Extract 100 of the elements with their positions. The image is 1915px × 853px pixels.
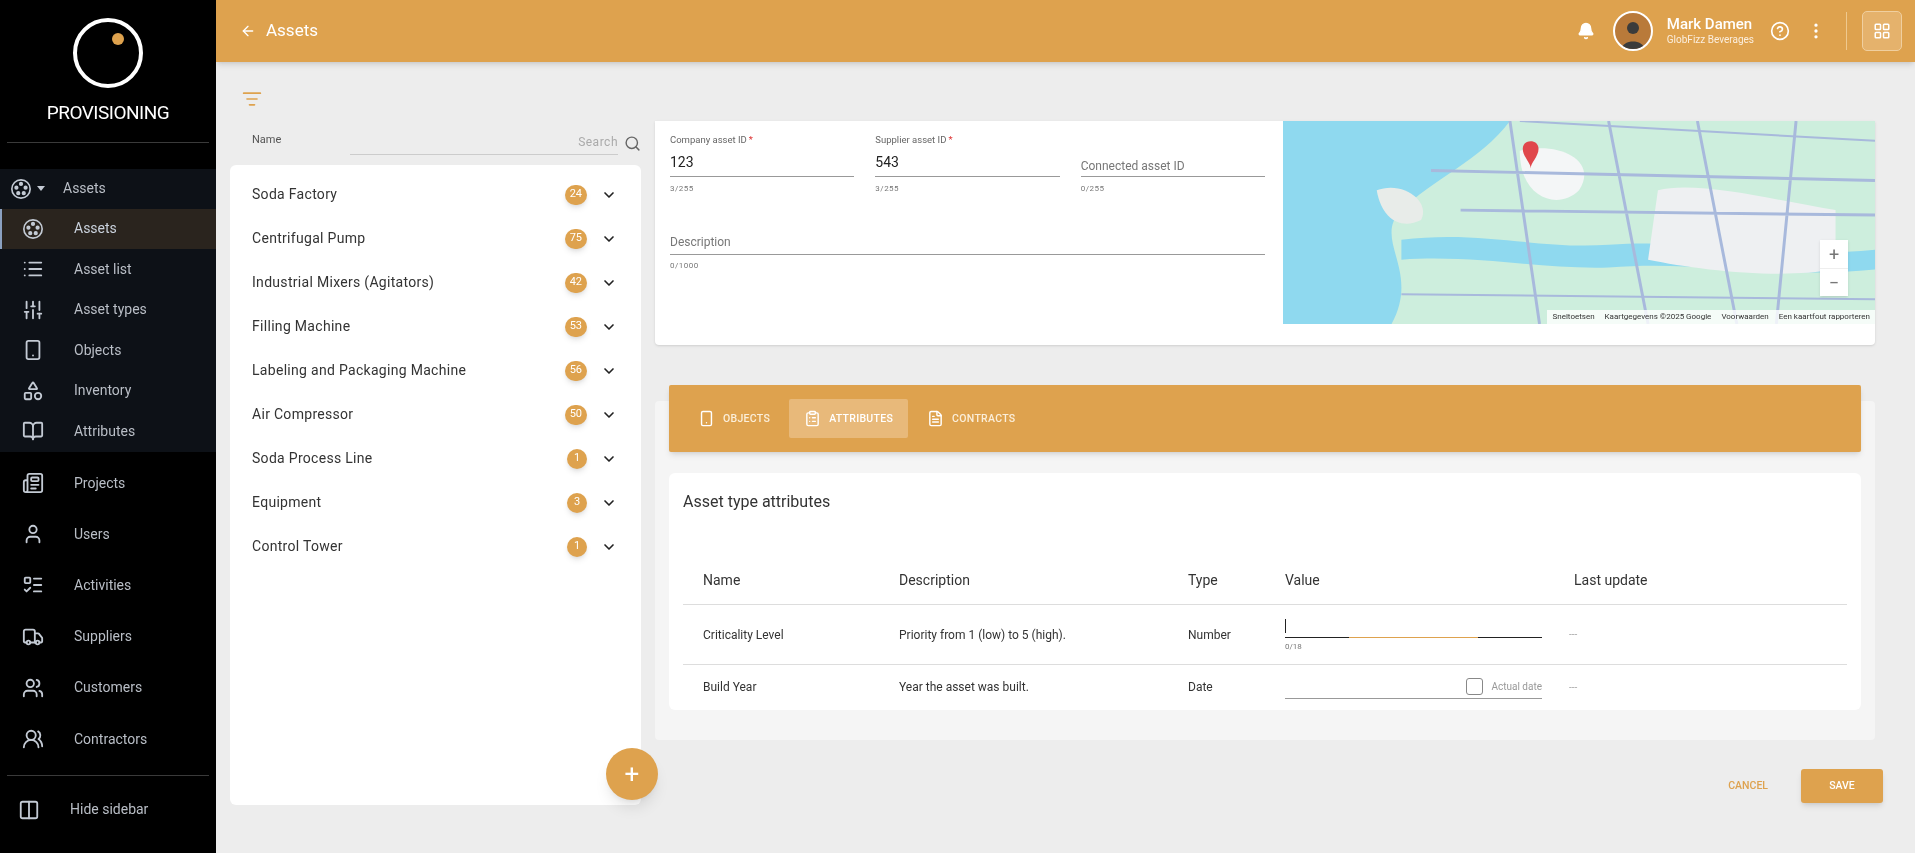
dotted-circle-icon <box>22 217 44 240</box>
logo-text: PROVISIONING <box>46 100 170 126</box>
asset-name: Control Tower <box>252 537 344 556</box>
book-icon <box>22 420 44 443</box>
table-cell-text: --- <box>1568 628 1579 642</box>
count-badge: 42 <box>564 272 587 293</box>
sidebar-item[interactable]: Objects <box>0 330 216 371</box>
sidebar-item[interactable]: Assets <box>0 208 216 249</box>
text-field[interactable]: Company asset ID * 123 <box>670 129 855 177</box>
char-counter: 0/18 <box>1285 641 1303 653</box>
asset-name: Labeling and Packaging Machine <box>252 361 468 380</box>
checkbox-label: Actual date <box>1491 680 1542 694</box>
map-attribution-link[interactable]: Een kaartfout rapporteren <box>1778 311 1870 323</box>
sidebar-item[interactable]: Attributes <box>0 411 216 452</box>
sliders-icon <box>22 298 44 321</box>
asset-row[interactable]: Industrial Mixers (Agitators) 42 <box>252 260 617 305</box>
sidebar-item[interactable]: Suppliers <box>0 611 216 663</box>
column-header: Type <box>1187 571 1219 590</box>
table-cell-text: --- <box>1568 680 1579 695</box>
column-header: Description <box>898 571 971 590</box>
avatar[interactable] <box>1612 11 1653 51</box>
count-badge: 1 <box>567 536 587 557</box>
field-value: 123 <box>670 153 695 172</box>
count-badge: 56 <box>564 360 587 381</box>
description-field[interactable]: Description <box>670 229 1265 255</box>
asset-row[interactable]: Soda Factory 24 <box>252 172 617 217</box>
column-label: Name <box>252 132 283 148</box>
list-icon <box>804 410 822 427</box>
logo-icon <box>72 17 144 89</box>
field-label: Supplier asset ID * <box>875 133 953 147</box>
asset-row[interactable]: Centrifugal Pump 75 <box>252 216 617 261</box>
sidebar-item[interactable]: Asset list <box>0 249 216 290</box>
map-attribution-link[interactable]: Kaartgegevens ©2025 Google <box>1604 311 1712 323</box>
asset-name: Soda Factory <box>252 185 339 204</box>
table-cell-text: Year the asset was built. <box>898 679 1030 696</box>
char-counter: 3/255 <box>670 183 695 195</box>
count-badge: 1 <box>567 448 587 469</box>
asset-name: Industrial Mixers (Agitators) <box>252 273 436 293</box>
value-field[interactable] <box>1285 616 1542 638</box>
table-cell-text: Number <box>1187 626 1232 644</box>
asset-row[interactable]: Soda Process Line 1 <box>252 436 617 481</box>
table-cell-text: Date <box>1187 679 1214 696</box>
char-counter: 0/1000 <box>670 260 700 272</box>
asset-row[interactable]: Control Tower 1 <box>252 524 617 569</box>
users-icon <box>22 676 44 699</box>
column-header: Name <box>702 571 742 590</box>
asset-row[interactable]: Filling Machine 53 <box>252 304 617 349</box>
zoom-in-button[interactable]: + <box>1820 240 1848 268</box>
sidebar-item[interactable]: Inventory <box>0 370 216 411</box>
column-header: Value <box>1284 571 1321 590</box>
field-value: 543 <box>875 153 900 172</box>
sidebar-item[interactable]: Contractors <box>0 713 216 765</box>
asset-row[interactable]: Labeling and Packaging Machine 56 <box>252 348 617 393</box>
hide-sidebar-button[interactable]: Hide sidebar <box>0 789 216 830</box>
count-badge: 24 <box>564 184 587 205</box>
user-name: Mark Damen <box>1666 15 1754 33</box>
group-icon <box>22 728 44 751</box>
checkbox[interactable] <box>1466 678 1484 695</box>
caret-icon <box>37 186 45 191</box>
count-badge: 75 <box>564 228 587 249</box>
asset-name: Centrifugal Pump <box>252 229 367 248</box>
table-cell-text: Criticality Level <box>702 626 785 644</box>
asset-row[interactable]: Equipment 3 <box>252 480 617 525</box>
page-title: Assets <box>266 19 318 43</box>
char-counter: 3/255 <box>875 183 901 195</box>
map-attribution-link[interactable]: Sneltoetsen <box>1552 311 1595 323</box>
sidebar-item[interactable]: Activities <box>0 559 216 612</box>
count-badge: 3 <box>567 492 587 513</box>
sidebar-item[interactable]: Projects <box>0 457 216 509</box>
sidebar-icon <box>18 798 40 821</box>
user-company: GlobFizz Beverages <box>1666 33 1754 47</box>
search-icon <box>624 135 641 152</box>
text-field[interactable]: Connected asset ID <box>1080 129 1265 177</box>
table-cell-text: Priority from 1 (low) to 5 (high). <box>898 626 1067 644</box>
grid-icon <box>1873 22 1891 40</box>
count-badge: 50 <box>564 404 587 425</box>
asset-name: Filling Machine <box>252 317 352 336</box>
dotted-circle-icon <box>10 177 32 200</box>
document-icon <box>927 410 945 427</box>
search-field[interactable]: Search <box>350 132 618 155</box>
sidebar-group-header[interactable]: Assets <box>0 168 216 209</box>
table-cell-text: Build Year <box>702 679 758 696</box>
zoom-out-button[interactable]: − <box>1820 268 1848 296</box>
asset-row[interactable]: Air Compressor 50 <box>252 392 617 437</box>
map-attribution-link[interactable]: Voorwaarden <box>1721 311 1769 323</box>
count-badge: 53 <box>564 316 587 337</box>
field-placeholder: Connected asset ID <box>1080 158 1186 175</box>
field-label: Company asset ID * <box>670 133 753 147</box>
sidebar-item[interactable]: Customers <box>0 662 216 714</box>
column-header: Last update <box>1573 571 1649 590</box>
asset-name: Soda Process Line <box>252 449 374 468</box>
char-counter: 0/255 <box>1080 183 1106 195</box>
shapes-icon <box>22 379 44 402</box>
text-field[interactable]: Supplier asset ID * 543 <box>875 129 1060 177</box>
newspaper-icon <box>22 472 44 495</box>
sidebar-item[interactable]: Asset types <box>0 289 216 330</box>
asset-name: Equipment <box>252 493 323 512</box>
sidebar-item[interactable]: Users <box>0 508 216 560</box>
asset-name: Air Compressor <box>252 405 355 424</box>
card-title: Asset type attributes <box>683 491 832 513</box>
